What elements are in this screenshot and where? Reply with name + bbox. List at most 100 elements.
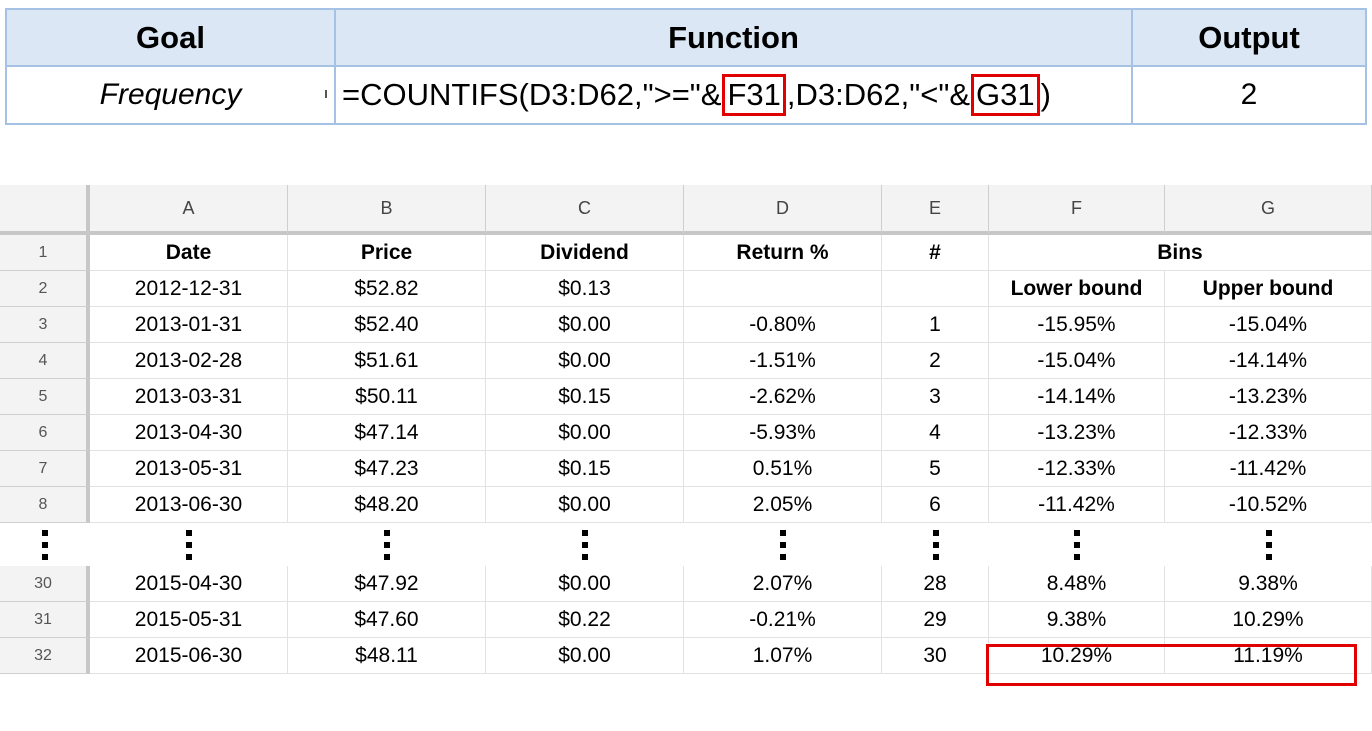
- cell-price[interactable]: $52.82: [288, 271, 486, 307]
- column-header-a[interactable]: A: [90, 185, 288, 235]
- cell-upper-bound[interactable]: -15.04%: [1165, 307, 1372, 343]
- cell-index[interactable]: 4: [882, 415, 989, 451]
- cell-return[interactable]: -2.62%: [684, 379, 882, 415]
- cell-dividend[interactable]: $0.00: [486, 566, 684, 602]
- cell-dividend[interactable]: $0.00: [486, 307, 684, 343]
- cell-lower-bound[interactable]: -13.23%: [989, 415, 1165, 451]
- cell-upper-bound[interactable]: -14.14%: [1165, 343, 1372, 379]
- goal-header: Goal: [7, 10, 334, 67]
- row-header[interactable]: 5: [0, 379, 90, 415]
- cell-return[interactable]: 1.07%: [684, 638, 882, 674]
- cell-upper-bound[interactable]: -13.23%: [1165, 379, 1372, 415]
- cell-date[interactable]: 2013-03-31: [90, 379, 288, 415]
- cell-date[interactable]: 2013-01-31: [90, 307, 288, 343]
- cell-return[interactable]: -1.51%: [684, 343, 882, 379]
- cell-upper-bound[interactable]: 10.29%: [1165, 602, 1372, 638]
- cell-price[interactable]: $48.11: [288, 638, 486, 674]
- cell-lower-bound[interactable]: 9.38%: [989, 602, 1165, 638]
- cell-dividend[interactable]: $0.00: [486, 638, 684, 674]
- cell-index[interactable]: 30: [882, 638, 989, 674]
- row-header[interactable]: 6: [0, 415, 90, 451]
- cell-lower-bound[interactable]: -12.33%: [989, 451, 1165, 487]
- cell-return[interactable]: -0.21%: [684, 602, 882, 638]
- cell-date-header[interactable]: Date: [90, 235, 288, 271]
- row-header[interactable]: 4: [0, 343, 90, 379]
- cell-dividend[interactable]: $0.13: [486, 271, 684, 307]
- cell-upper-bound[interactable]: -10.52%: [1165, 487, 1372, 523]
- row-header[interactable]: 7: [0, 451, 90, 487]
- cell-price[interactable]: $47.23: [288, 451, 486, 487]
- cell-date[interactable]: 2015-05-31: [90, 602, 288, 638]
- cell-price[interactable]: $52.40: [288, 307, 486, 343]
- cell-return[interactable]: 0.51%: [684, 451, 882, 487]
- cell-upper-bound[interactable]: -12.33%: [1165, 415, 1372, 451]
- row-header[interactable]: 31: [0, 602, 90, 638]
- cell-price-header[interactable]: Price: [288, 235, 486, 271]
- cell-index[interactable]: 28: [882, 566, 989, 602]
- cell-price[interactable]: $47.14: [288, 415, 486, 451]
- row-header[interactable]: 30: [0, 566, 90, 602]
- cell-date[interactable]: 2015-06-30: [90, 638, 288, 674]
- cell-lower-bound[interactable]: -14.14%: [989, 379, 1165, 415]
- cell-dividend[interactable]: $0.15: [486, 451, 684, 487]
- cell-return[interactable]: 2.05%: [684, 487, 882, 523]
- cell-lower-bound-header[interactable]: Lower bound: [989, 271, 1165, 307]
- cell-price[interactable]: $47.92: [288, 566, 486, 602]
- cell-dividend[interactable]: $0.15: [486, 379, 684, 415]
- column-header-e[interactable]: E: [882, 185, 989, 235]
- cell-bins-header[interactable]: Bins: [989, 235, 1372, 271]
- cell-date[interactable]: 2013-05-31: [90, 451, 288, 487]
- cell-index-header[interactable]: #: [882, 235, 989, 271]
- cell-date[interactable]: 2013-04-30: [90, 415, 288, 451]
- cell-date[interactable]: 2012-12-31: [90, 271, 288, 307]
- cell-index[interactable]: 29: [882, 602, 989, 638]
- cell-dividend[interactable]: $0.00: [486, 487, 684, 523]
- row-header[interactable]: 3: [0, 307, 90, 343]
- vertical-ellipsis-icon: [1074, 529, 1080, 560]
- cell-lower-bound[interactable]: -15.04%: [989, 343, 1165, 379]
- cell-price[interactable]: $47.60: [288, 602, 486, 638]
- row-header[interactable]: 8: [0, 487, 90, 523]
- cell-date[interactable]: 2013-06-30: [90, 487, 288, 523]
- cell-upper-bound[interactable]: -11.42%: [1165, 451, 1372, 487]
- cell-lower-bound[interactable]: -11.42%: [989, 487, 1165, 523]
- cell-dividend[interactable]: $0.00: [486, 415, 684, 451]
- column-header-b[interactable]: B: [288, 185, 486, 235]
- cell-price[interactable]: $51.61: [288, 343, 486, 379]
- column-header-d[interactable]: D: [684, 185, 882, 235]
- cell-index[interactable]: 1: [882, 307, 989, 343]
- vertical-ellipsis-icon: [42, 529, 48, 560]
- cell-dividend[interactable]: $0.00: [486, 343, 684, 379]
- cell-price[interactable]: $50.11: [288, 379, 486, 415]
- column-header-g[interactable]: G: [1165, 185, 1372, 235]
- cell-index[interactable]: 3: [882, 379, 989, 415]
- cell-lower-bound[interactable]: 10.29%: [989, 638, 1165, 674]
- cell-index[interactable]: 5: [882, 451, 989, 487]
- vertical-ellipsis-icon: [384, 529, 390, 560]
- row-header[interactable]: 2: [0, 271, 90, 307]
- cell-date[interactable]: 2013-02-28: [90, 343, 288, 379]
- cell-dividend[interactable]: $0.22: [486, 602, 684, 638]
- column-header-c[interactable]: C: [486, 185, 684, 235]
- row-header[interactable]: 1: [0, 235, 90, 271]
- cell-upper-bound-header[interactable]: Upper bound: [1165, 271, 1372, 307]
- cell-lower-bound[interactable]: 8.48%: [989, 566, 1165, 602]
- cell-return-header[interactable]: Return %: [684, 235, 882, 271]
- cell-return[interactable]: [684, 271, 882, 307]
- cell-return[interactable]: 2.07%: [684, 566, 882, 602]
- cell-dividend-header[interactable]: Dividend: [486, 235, 684, 271]
- cell-index[interactable]: 6: [882, 487, 989, 523]
- cell-upper-bound[interactable]: 11.19%: [1165, 638, 1372, 674]
- goal-cell: Frequency: [7, 67, 334, 123]
- select-all-corner[interactable]: [0, 185, 90, 235]
- row-header[interactable]: 32: [0, 638, 90, 674]
- cell-index[interactable]: 2: [882, 343, 989, 379]
- cell-index[interactable]: [882, 271, 989, 307]
- cell-upper-bound[interactable]: 9.38%: [1165, 566, 1372, 602]
- cell-return[interactable]: -5.93%: [684, 415, 882, 451]
- cell-lower-bound[interactable]: -15.95%: [989, 307, 1165, 343]
- cell-date[interactable]: 2015-04-30: [90, 566, 288, 602]
- column-header-f[interactable]: F: [989, 185, 1165, 235]
- cell-return[interactable]: -0.80%: [684, 307, 882, 343]
- cell-price[interactable]: $48.20: [288, 487, 486, 523]
